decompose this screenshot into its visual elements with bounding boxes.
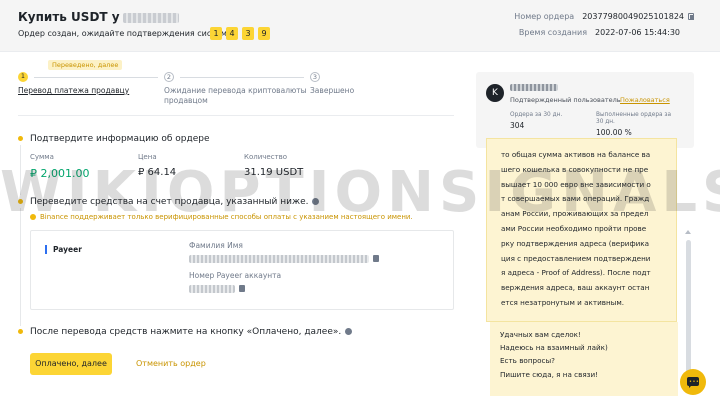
step-1[interactable]: 1 Перевод платежа продавцу (18, 72, 138, 96)
price-value: ₽ 64.14 (138, 167, 177, 178)
info-icon[interactable] (312, 198, 320, 205)
chat-message-text: то общая сумма активов на балансе ва шег… (501, 150, 651, 307)
seller-card: K Подтвержденный пользователь Пожаловать… (476, 72, 694, 148)
account-obscured (189, 285, 235, 293)
step-bullet (18, 329, 23, 334)
step-number: 2 (164, 72, 174, 82)
report-link[interactable]: Пожаловаться (620, 96, 670, 104)
surname-label: Фамилия Имя (189, 241, 243, 250)
chat-message: то общая сумма активов на балансе ва шег… (486, 138, 677, 322)
orders-30d: Ордера за 30 дн. 304 (510, 112, 562, 130)
page-title: Купить USDT у (18, 10, 179, 24)
payment-method-payeer[interactable]: Payeer (45, 245, 82, 254)
transfer-section-title: Переведите средства на счет продавца, ук… (18, 197, 320, 207)
order-number: 20377980049025101824 (582, 12, 684, 21)
quantity-value: 31.19 USDT (244, 167, 304, 178)
scroll-up-icon[interactable] (685, 230, 691, 234)
step-label: Ожидание перевода криптовалюты продавцом (164, 86, 307, 105)
timer-digit: 9 (258, 27, 270, 40)
price-field: Цена ₽ 64.14 (138, 153, 202, 180)
timeline-line (20, 208, 21, 326)
surname-obscured (189, 255, 369, 263)
paid-next-button[interactable]: Оплачено, далее (30, 353, 112, 375)
price-label: Цена (138, 153, 157, 161)
created-time-row: Время создания 2022-07-06 15:44:30 (519, 28, 680, 37)
order-header: Купить USDT у Ордер создан, ожидайте под… (0, 0, 720, 52)
step-connector (34, 77, 158, 78)
step-3: 3 Завершено (310, 72, 410, 96)
copy-icon[interactable] (239, 285, 245, 292)
step-label: Перевод платежа продавцу (18, 86, 130, 95)
step-bullet (18, 199, 23, 204)
step-label: Завершено (310, 86, 355, 95)
completed-value: 100.00 % (596, 128, 632, 137)
chat-message-text: Удачных вам сделок! Надеюсь на взаимный … (500, 330, 608, 379)
timeline-line (20, 145, 21, 195)
timer-digit: 3 (242, 27, 254, 40)
after-transfer-title: После перевода средств нажмите на кнопку… (18, 327, 353, 337)
completed-30d: Выполненные ордера за 30 дн. 100.00 % (596, 112, 676, 137)
order-info: Сумма ₽ 2,001.00 Цена ₽ 64.14 Количество… (30, 153, 345, 180)
sum-label: Сумма (30, 153, 54, 161)
avatar: K (486, 84, 504, 102)
chat-message: Удачных вам сделок! Надеюсь на взаимный … (490, 322, 678, 396)
cancel-order-button[interactable]: Отменить ордер (136, 359, 206, 368)
orders-value: 304 (510, 121, 525, 130)
chat-button[interactable]: ••• (680, 369, 706, 395)
seller-name-obscured (510, 84, 558, 91)
created-label: Время создания (518, 28, 588, 37)
confirm-section-title: Подтвердите информацию об ордере (18, 134, 210, 144)
countdown-timer: 1 4 3 9 (210, 27, 274, 40)
seller-name-obscured (122, 12, 179, 23)
account-label: Номер Payeer аккаунта (189, 271, 282, 280)
warning-icon (30, 214, 36, 220)
chat-icon: ••• (687, 377, 700, 388)
quantity-label: Количество (244, 153, 288, 161)
sum-value: ₽ 2,001.00 (30, 167, 90, 180)
step-number: 3 (310, 72, 320, 82)
copy-icon[interactable] (373, 255, 379, 262)
quantity-field: Количество 31.19 USDT (244, 153, 303, 180)
verified-badge: Подтвержденный пользователь (510, 96, 621, 104)
step-connector (180, 77, 304, 78)
step-number: 1 (18, 72, 28, 82)
order-number-row: Номер ордера 20377980049025101824 (514, 12, 694, 21)
copy-icon[interactable] (688, 13, 694, 20)
completed-label: Выполненные ордера за 30 дн. (596, 112, 672, 125)
payment-method-box: Payeer Фамилия Имя Номер Payeer аккаунта (30, 230, 454, 310)
order-steps: Переведено, далее 1 Перевод платежа прод… (18, 60, 458, 110)
order-number-label: Номер ордера (514, 12, 575, 21)
orders-label: Ордера за 30 дн. (510, 112, 563, 118)
info-icon[interactable] (345, 328, 353, 335)
step-badge: Переведено, далее (48, 60, 123, 70)
payment-warning: Binance поддерживает только верифицирова… (30, 213, 413, 221)
chat-scrollbar[interactable] (686, 240, 691, 386)
timer-digit: 1 (210, 27, 222, 40)
step-bullet (18, 136, 23, 141)
created-time: 2022-07-06 15:44:30 (595, 28, 680, 37)
order-status-text: Ордер создан, ожидайте подтверждения сис… (18, 29, 236, 38)
timer-digit: 4 (226, 27, 238, 40)
sum-field: Сумма ₽ 2,001.00 (30, 153, 96, 180)
seller-chat-panel: K Подтвержденный пользователь Пожаловать… (476, 72, 694, 402)
steps-divider (18, 115, 454, 116)
